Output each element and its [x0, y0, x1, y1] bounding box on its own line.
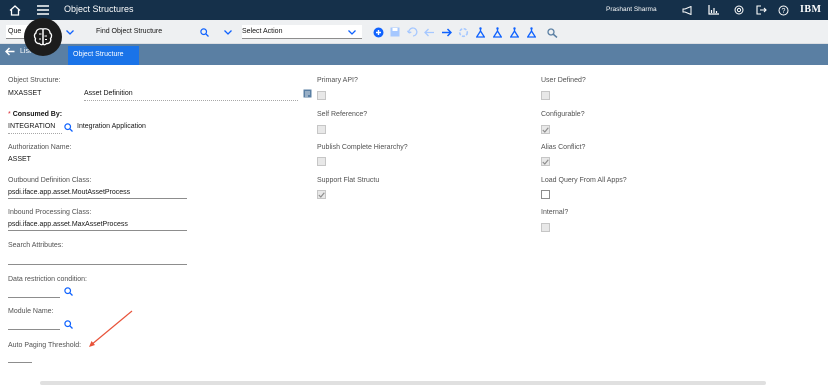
required-marker: * — [8, 111, 11, 118]
settings-tool-icon[interactable] — [544, 24, 560, 40]
load-query-label: Load Query From All Apps? — [541, 177, 627, 184]
primary-api-checkbox[interactable] — [317, 91, 326, 100]
user-defined-label: User Defined? — [541, 77, 586, 84]
megaphone-icon[interactable] — [680, 0, 694, 20]
outbound-definition-field[interactable]: psdi.iface.app.asset.MoutAssetProcess — [8, 189, 130, 196]
consumed-by-field[interactable]: INTEGRATION — [8, 123, 55, 130]
search-attributes-field[interactable] — [8, 264, 187, 265]
inbound-processing-field[interactable]: psdi.iface.app.asset.MaxAssetProcess — [8, 221, 128, 228]
tab-object-structure[interactable]: Object Structure — [68, 46, 139, 65]
select-action-chevron-icon[interactable] — [346, 20, 358, 44]
user-name[interactable]: Prashant Sharma — [606, 6, 657, 13]
self-reference-checkbox[interactable] — [317, 125, 326, 134]
auto-paging-threshold-field[interactable] — [8, 362, 32, 363]
back-arrow-icon[interactable] — [4, 47, 15, 59]
inbound-processing-label: Inbound Processing Class: — [8, 209, 92, 216]
long-description-icon[interactable] — [303, 89, 312, 100]
load-query-checkbox[interactable] — [541, 190, 550, 199]
data-restriction-lookup-icon[interactable] — [64, 287, 74, 297]
support-flat-structure-label: Support Flat Structu — [317, 177, 380, 184]
app-title: Object Structures — [64, 4, 134, 14]
logout-icon[interactable] — [754, 0, 768, 20]
horizontal-scrollbar[interactable] — [40, 381, 766, 385]
consumed-by-label: * Consumed By: — [8, 111, 62, 118]
refresh-icon[interactable] — [455, 24, 471, 40]
brand-logo: IBM — [800, 4, 822, 15]
find-dropdown-chevron-icon[interactable] — [222, 20, 234, 44]
self-reference-label: Self Reference? — [317, 111, 368, 118]
internal-label: Internal? — [541, 209, 569, 216]
assistant-brain-icon[interactable] — [24, 18, 62, 56]
consumed-by-underline — [8, 133, 62, 134]
publish-hierarchy-checkbox[interactable] — [317, 157, 326, 166]
svg-text:?: ? — [781, 8, 785, 15]
save-icon[interactable] — [387, 24, 403, 40]
next-record-icon[interactable] — [438, 24, 454, 40]
hierarchy-add-icon[interactable] — [489, 24, 505, 40]
find-object-structure-input[interactable]: Find Object Structure — [96, 25, 186, 39]
alias-conflict-label: Alias Conflict? — [541, 144, 586, 151]
module-name-field[interactable] — [8, 329, 60, 330]
publish-hierarchy-label: Publish Complete Hierarchy? — [317, 144, 408, 151]
consumed-by-label-text: Consumed By: — [12, 111, 63, 118]
toolbar: Que Find Object Structure Select Action — [0, 20, 828, 44]
previous-record-icon[interactable] — [421, 24, 437, 40]
tab-bar: List View Object Structure — [0, 44, 828, 65]
object-structure-label: Object Structure: — [8, 77, 61, 84]
checkmark-icon — [542, 126, 549, 133]
auto-paging-threshold-label: Auto Paging Threshold: — [8, 342, 82, 349]
hierarchy-remove-icon[interactable] — [506, 24, 522, 40]
module-name-lookup-icon[interactable] — [64, 320, 74, 330]
internal-checkbox[interactable] — [541, 223, 550, 232]
authorization-name-label: Authorization Name: — [8, 144, 72, 151]
user-defined-checkbox[interactable] — [541, 91, 550, 100]
annotation-arrow — [89, 310, 133, 347]
data-restriction-field[interactable] — [8, 297, 60, 298]
search-icon[interactable] — [198, 20, 210, 44]
support-flat-structure-checkbox[interactable] — [317, 190, 326, 199]
help-icon[interactable]: ? — [776, 0, 790, 20]
checkmark-icon — [318, 191, 325, 198]
consumed-by-description: Integration Application — [77, 123, 146, 130]
hierarchy-icon[interactable] — [472, 24, 488, 40]
hamburger-menu-icon[interactable] — [36, 0, 50, 20]
help-support-icon[interactable] — [732, 0, 746, 20]
primary-api-label: Primary API? — [317, 77, 358, 84]
top-navigation-bar: Object Structures Prashant Sharma ? IBM — [0, 0, 828, 20]
data-restriction-label: Data restriction condition: — [8, 276, 87, 283]
configurable-checkbox[interactable] — [541, 125, 550, 134]
undo-icon[interactable] — [404, 24, 420, 40]
authorization-name-field[interactable]: ASSET — [8, 156, 31, 163]
configurable-label: Configurable? — [541, 111, 585, 118]
outbound-underline — [8, 198, 187, 199]
object-structure-field[interactable]: MXASSET — [8, 90, 41, 97]
search-attributes-label: Search Attributes: — [8, 242, 64, 249]
select-action-dropdown[interactable]: Select Action — [242, 25, 362, 39]
bar-chart-icon[interactable] — [706, 0, 720, 20]
home-icon[interactable] — [8, 0, 22, 20]
alias-conflict-checkbox[interactable] — [541, 157, 550, 166]
query-dropdown-chevron-icon[interactable] — [64, 20, 76, 44]
object-structure-description[interactable]: Asset Definition — [84, 90, 133, 97]
outbound-definition-label: Outbound Definition Class: — [8, 177, 92, 184]
module-name-label: Module Name: — [8, 308, 54, 315]
checkmark-icon — [542, 158, 549, 165]
new-record-icon[interactable] — [370, 24, 386, 40]
hierarchy-view-icon[interactable] — [523, 24, 539, 40]
consumed-by-lookup-icon[interactable] — [64, 123, 74, 133]
inbound-underline — [8, 230, 187, 231]
description-underline — [84, 100, 298, 101]
